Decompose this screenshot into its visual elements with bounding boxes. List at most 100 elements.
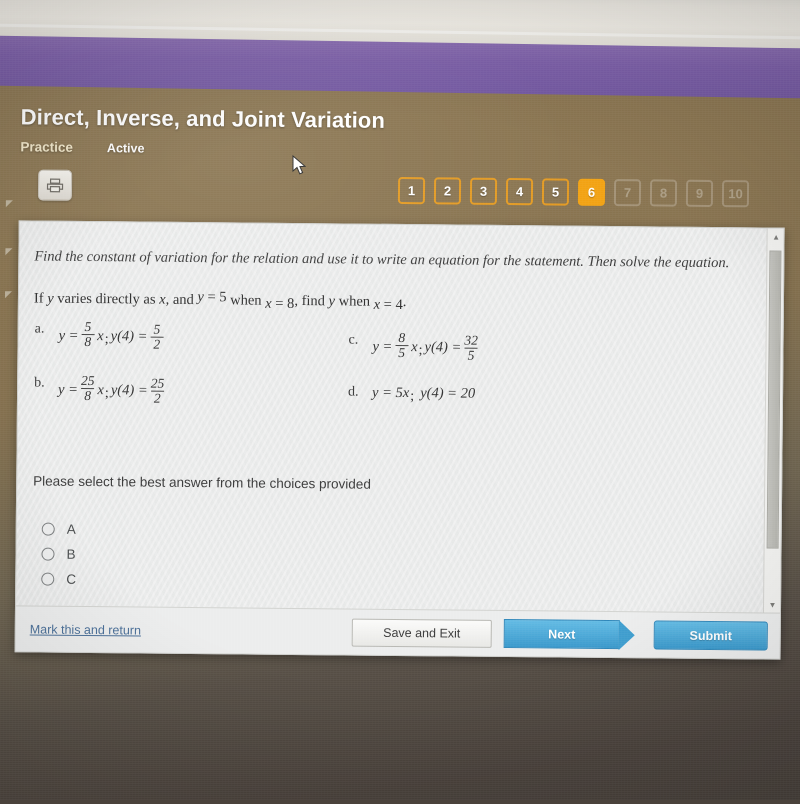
next-button[interactable]: Next xyxy=(503,619,620,650)
footer-button-group: Save and Exit Next Submit xyxy=(351,618,768,651)
vertical-scrollbar[interactable]: ▲ ▼ xyxy=(762,228,785,613)
pager-item-9: 9 xyxy=(685,179,714,207)
cursor-arrow-icon xyxy=(292,154,307,175)
header-subrow: Practice Active xyxy=(20,139,780,161)
choice-b-label: b. xyxy=(34,375,45,391)
choice-d-expression: y = 5x ; y(4) = 20 xyxy=(371,384,476,404)
choice-c-expression: y = 8 5 x ; y(4) = 32 5 xyxy=(372,329,481,363)
choice-c-frac-numerator: 8 xyxy=(398,329,406,345)
choice-b-frac-denominator: 8 xyxy=(81,387,95,404)
stmt-p1: If xyxy=(33,290,48,307)
mouse-cursor xyxy=(292,154,308,182)
choice-b-frac-numerator: 25 xyxy=(80,372,95,388)
choice-b-rhs-numerator: 25 xyxy=(150,375,165,391)
question-instruction: Find the constant of variation for the r… xyxy=(34,248,730,272)
scrollbar-thumb[interactable] xyxy=(766,250,782,549)
choice-c-var: x xyxy=(411,339,418,356)
pager-item-4[interactable]: 4 xyxy=(505,178,534,206)
choice-b-var: x xyxy=(97,382,104,399)
pager-item-2[interactable]: 2 xyxy=(433,177,462,205)
pager-item-5[interactable]: 5 xyxy=(541,178,570,206)
print-button[interactable] xyxy=(37,169,73,201)
choice-c-rhs-fraction: 32 5 xyxy=(464,332,478,363)
stmt-val3: 4 xyxy=(395,296,403,313)
radio-label-a: A xyxy=(66,521,76,537)
stmt-p2: varies directly as xyxy=(53,290,160,308)
choice-c-frac-denominator: 5 xyxy=(395,344,409,361)
choice-a-rhs-denominator: 2 xyxy=(150,336,164,352)
submit-button[interactable]: Submit xyxy=(653,620,768,651)
stmt-val2: 8 xyxy=(286,295,295,312)
pager-item-1[interactable]: 1 xyxy=(397,176,426,205)
stmt-p7: . xyxy=(402,293,407,310)
choice-b[interactable]: b. y = 25 8 x ; y(4) = 25 2 xyxy=(34,372,167,406)
edge-marker-3 xyxy=(4,291,13,299)
radio-circle-a[interactable] xyxy=(41,522,55,536)
choice-a-frac-denominator: 8 xyxy=(81,333,95,350)
printer-icon xyxy=(46,178,64,192)
status-label: Active xyxy=(106,141,145,156)
choice-d[interactable]: d. y = 5x ; y(4) = 20 xyxy=(348,384,476,404)
choice-a-label: a. xyxy=(34,321,45,337)
choice-b-lhs: y = xyxy=(58,381,79,398)
screen-content: Direct, Inverse, and Joint Variation Pra… xyxy=(0,0,800,804)
choice-c[interactable]: c. y = 8 5 x ; y(4) = 32 5 xyxy=(348,329,481,363)
choice-a-var: x xyxy=(97,328,104,345)
answer-radio-group[interactable]: A B C xyxy=(41,516,746,598)
choice-b-rhs-lhs: y(4) = xyxy=(110,382,148,399)
question-pager[interactable]: 1 2 3 4 5 6 7 8 9 10 xyxy=(397,176,750,208)
choice-a-lhs: y = xyxy=(58,327,79,344)
question-scroll-area[interactable]: Find the constant of variation for the r… xyxy=(16,221,767,612)
choice-b-expression: y = 25 8 x ; y(4) = 25 2 xyxy=(58,372,167,406)
choice-b-rhs-denominator: 2 xyxy=(150,390,164,406)
pager-item-3[interactable]: 3 xyxy=(469,177,498,205)
choice-d-separator: ; xyxy=(410,387,415,404)
choice-c-rhs-denominator: 5 xyxy=(464,347,478,363)
choice-a-fraction: 5 8 xyxy=(81,318,95,350)
choice-c-label: c. xyxy=(348,332,359,348)
answer-choices: a. y = 5 8 x ; y(4) = 5 2 b. y = 25 8 x … xyxy=(32,319,748,434)
choice-b-separator: ; xyxy=(104,385,109,402)
pager-item-10: 10 xyxy=(721,180,750,208)
stmt-p5: , find xyxy=(294,292,329,310)
choice-a-rhs-numerator: 5 xyxy=(153,321,161,337)
stmt-eq2: = xyxy=(271,295,288,312)
radio-label-c: C xyxy=(66,571,77,587)
question-statement: If y varies directly as x, and y = 5 whe… xyxy=(33,288,748,314)
page-title: Direct, Inverse, and Joint Variation xyxy=(20,104,386,133)
choice-c-fraction: 8 5 xyxy=(395,329,409,361)
choice-a-frac-numerator: 5 xyxy=(84,318,92,334)
edge-marker-2 xyxy=(5,248,13,256)
edge-marker-1 xyxy=(5,200,13,208)
stmt-eq1: = xyxy=(203,288,220,306)
choice-d-value: y(4) = 20 xyxy=(420,385,476,402)
choice-a-rhs-lhs: y(4) = xyxy=(110,328,148,345)
pager-item-6-current[interactable]: 6 xyxy=(577,178,606,206)
radio-circle-c[interactable] xyxy=(41,572,55,586)
radio-circle-b[interactable] xyxy=(41,547,55,561)
choice-c-separator: ; xyxy=(418,342,423,359)
choice-d-equation: y = 5x xyxy=(371,384,410,401)
choice-a-expression: y = 5 8 x ; y(4) = 5 2 xyxy=(58,318,166,352)
page-header: Direct, Inverse, and Joint Variation Pra… xyxy=(20,104,780,161)
choice-a-separator: ; xyxy=(104,331,109,348)
scroll-down-arrow-icon[interactable]: ▼ xyxy=(764,597,781,613)
radio-option-c[interactable]: C xyxy=(41,566,745,598)
choice-d-label: d. xyxy=(348,384,359,400)
choice-c-lhs: y = xyxy=(372,338,393,355)
save-and-exit-button[interactable]: Save and Exit xyxy=(351,618,492,648)
select-answer-prompt: Please select the best answer from the c… xyxy=(33,473,371,492)
stmt-p4: when xyxy=(226,292,266,309)
choice-b-rhs-fraction: 25 2 xyxy=(150,375,165,406)
pager-item-8: 8 xyxy=(649,179,678,207)
stmt-val1: 5 xyxy=(219,289,227,306)
choice-a[interactable]: a. y = 5 8 x ; y(4) = 5 2 xyxy=(34,318,166,352)
scroll-up-arrow-icon[interactable]: ▲ xyxy=(768,229,785,245)
panel-footer: Mark this and return Save and Exit Next … xyxy=(15,605,780,659)
choice-c-rhs-lhs: y(4) = xyxy=(424,339,462,356)
choice-a-rhs-fraction: 5 2 xyxy=(150,321,164,352)
mark-this-and-return-link[interactable]: Mark this and return xyxy=(30,622,141,637)
choice-c-rhs-numerator: 32 xyxy=(464,332,478,348)
stmt-p3: , and xyxy=(165,291,198,308)
pager-item-7: 7 xyxy=(613,179,642,207)
